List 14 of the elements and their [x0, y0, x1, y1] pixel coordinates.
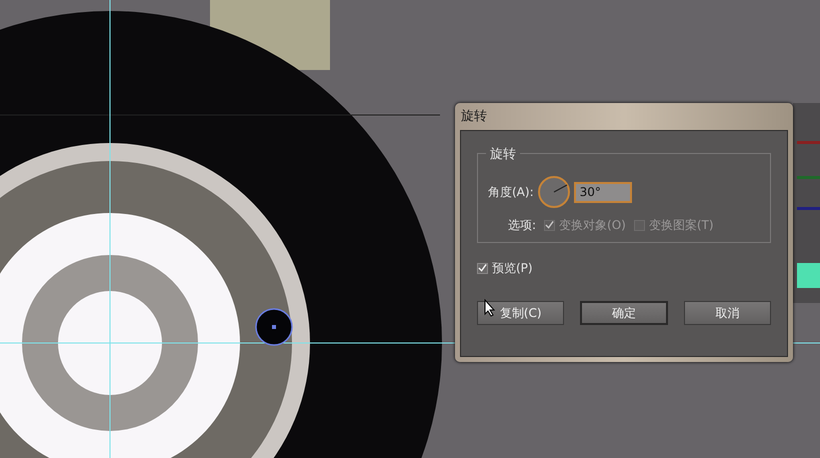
angle-field[interactable]: 30° [574, 182, 632, 202]
angle-dial[interactable] [538, 176, 570, 208]
dialog-button[interactable]: 取消 [684, 301, 771, 325]
option-label: 变换图案(T) [648, 217, 714, 234]
selected-circle[interactable] [255, 308, 293, 346]
mouse-pointer-icon [484, 299, 496, 317]
dialog-button[interactable]: 复制(C) [477, 301, 564, 325]
dialog-button[interactable]: 确定 [580, 301, 668, 325]
option-label: 变换对象(O) [559, 217, 626, 234]
options-label: 选项: [508, 217, 536, 234]
checkbox[interactable] [477, 262, 488, 274]
preview-label: 预览(P) [492, 260, 533, 277]
angle-label: 角度(A): [488, 184, 534, 201]
dialog-title: 旋转 [460, 108, 488, 126]
